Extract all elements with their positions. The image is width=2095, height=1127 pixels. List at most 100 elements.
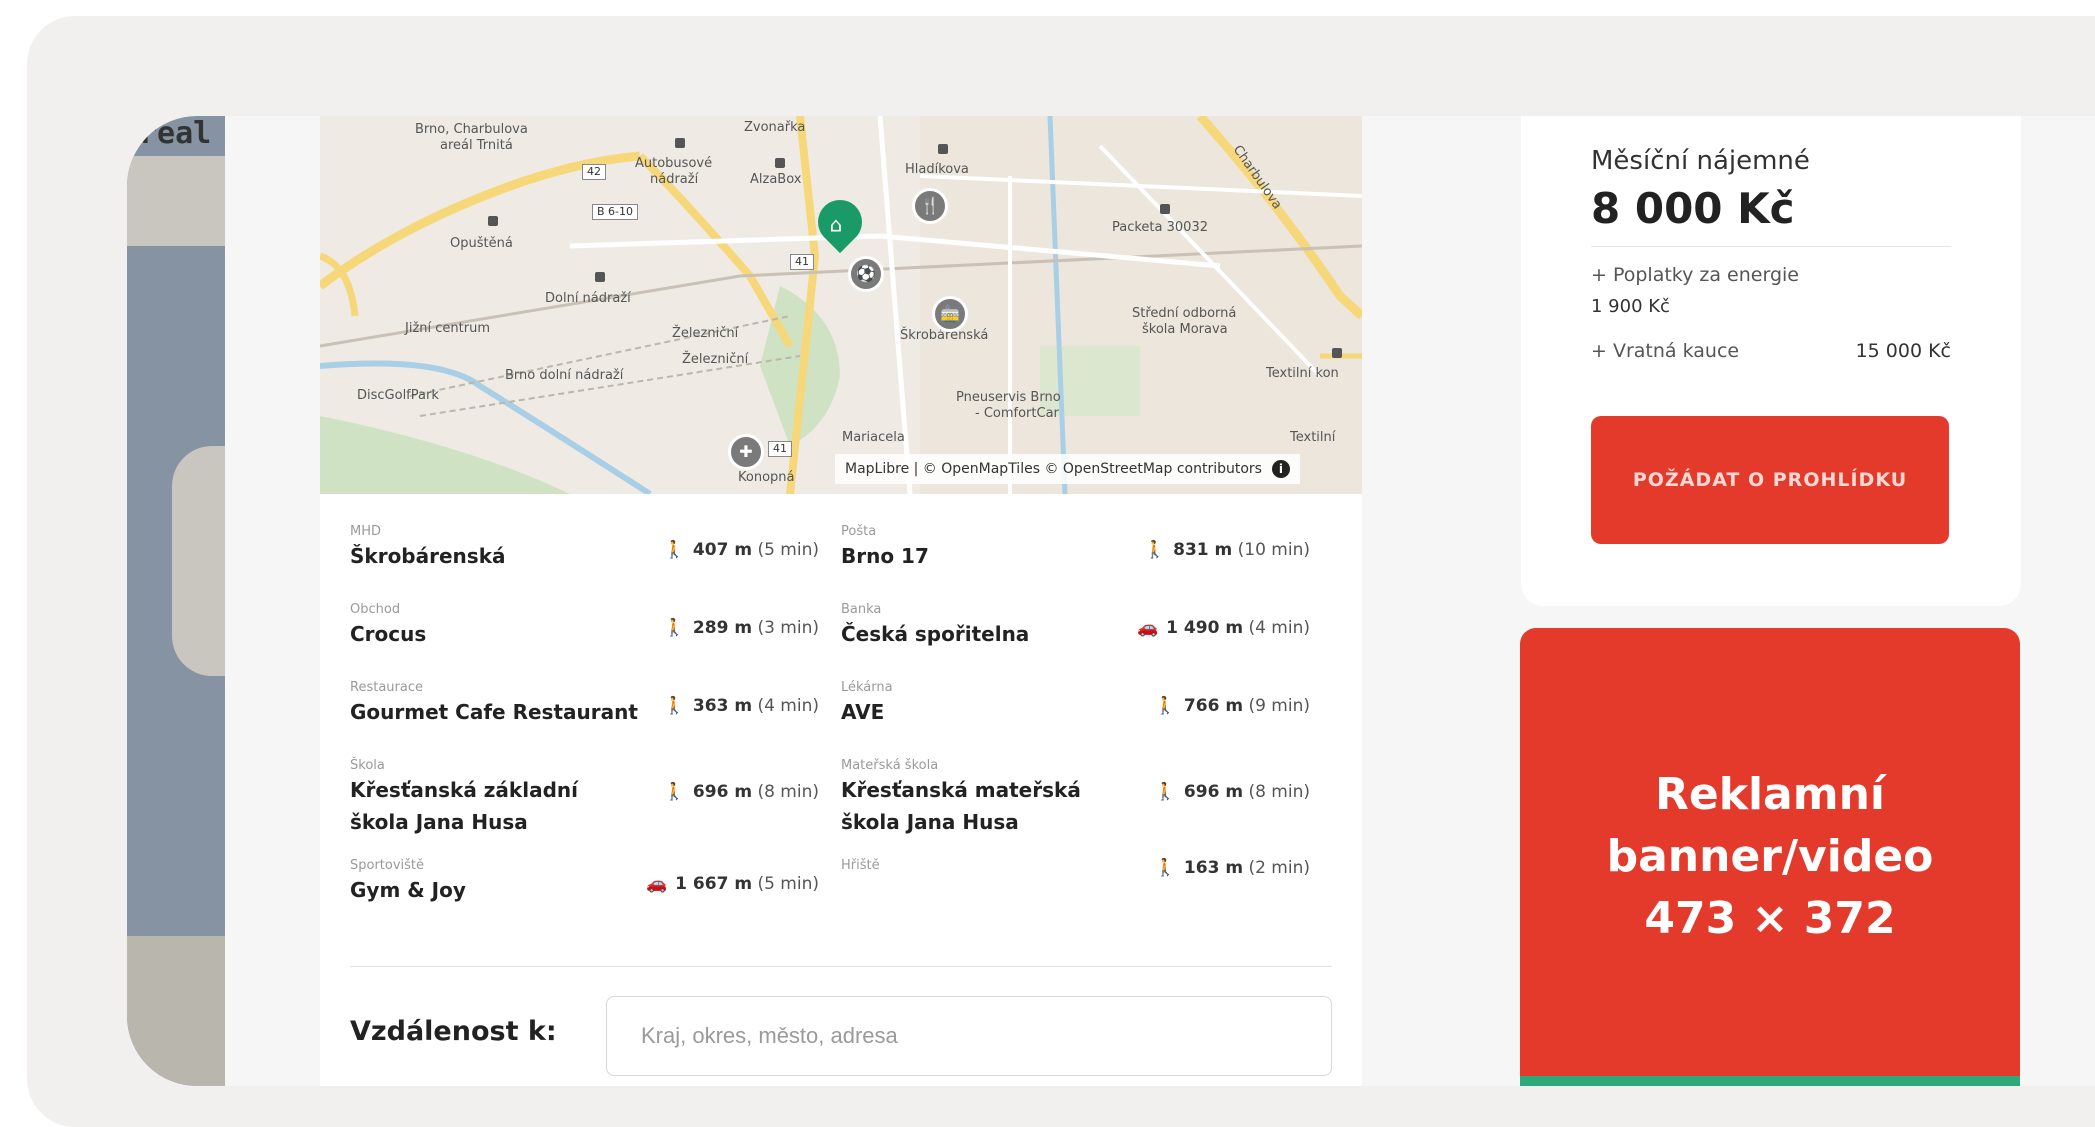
amenity-item: Obchod Crocus 🚶 289 m (3 min)	[350, 602, 841, 680]
deposit-label: + Vratná kauce	[1591, 340, 1740, 362]
map-land	[127, 156, 225, 246]
amenity-distance: 🚶 363 m (4 min)	[663, 696, 819, 716]
restaurant-poi-icon[interactable]: 🍴	[912, 188, 948, 224]
amenity-name: Crocus	[350, 622, 427, 646]
parcel-box-icon	[775, 158, 785, 168]
ad-banner[interactable]: Reklamní banner/video 473 × 372	[1520, 628, 2020, 1086]
map-label: Mariacela	[842, 430, 905, 445]
amenity-name: Gym & Joy	[350, 878, 466, 902]
amenity-item: Banka Česká spořitelna 🚗 1 490 m (4 min)	[841, 602, 1332, 680]
info-icon[interactable]: i	[1271, 460, 1290, 478]
map-label: Dolní nádraží	[545, 291, 631, 306]
walk-icon: 🚶	[663, 618, 685, 638]
pricing-card: Měsíční nájemné 8 000 Kč + Poplatky za e…	[1521, 116, 2021, 606]
walk-icon: 🚶	[663, 782, 685, 802]
map-label: Autobusové	[635, 156, 713, 171]
price-divider	[1591, 246, 1951, 247]
amenity-distance: 🚗 1 490 m (4 min)	[1137, 618, 1310, 638]
amenity-name: Křesťanská mateřská škola Jana Husa	[841, 778, 1081, 834]
road-badge: 41	[790, 254, 814, 270]
deposit-value: 15 000 Kč	[1855, 340, 1951, 362]
amenity-distance: 🚶 696 m (8 min)	[663, 782, 819, 802]
map-label: Textilní	[1290, 430, 1336, 445]
left-map-strip: real	[127, 116, 225, 1086]
map-label: Pneuservis Brno	[956, 390, 1061, 405]
sports-poi-icon[interactable]: ⚽	[848, 256, 884, 292]
walk-icon: 🚶	[1154, 782, 1176, 802]
map-label: škola Morava	[1142, 322, 1228, 337]
car-icon: 🚗	[646, 874, 668, 894]
transit-poi-icon[interactable]: 🚋	[932, 296, 968, 332]
map-label: - ComfortCar	[975, 406, 1059, 421]
amenity-distance: 🚶 407 m (5 min)	[663, 540, 819, 560]
map-label: Střední odborná	[1132, 306, 1237, 321]
bus-stop-icon	[1332, 348, 1342, 358]
amenity-name: Škrobárenská	[350, 544, 506, 568]
amenity-item: Pošta Brno 17 🚶 831 m (10 min)	[841, 524, 1332, 602]
map-label: Brno dolní nádraží	[505, 368, 624, 383]
amenity-category: MHD	[350, 524, 382, 539]
amenity-distance: 🚶 831 m (10 min)	[1143, 540, 1310, 560]
bus-stop-icon	[675, 138, 685, 148]
map-label: Zvonařka	[744, 120, 806, 135]
amenity-item: Sportoviště Gym & Joy 🚗 1 667 m (5 min)	[350, 858, 841, 936]
amenity-name: Křesťanská základní škola Jana Husa	[350, 778, 578, 834]
bus-stop-icon	[488, 216, 498, 226]
section-divider	[350, 966, 1332, 967]
amenity-category: Mateřská škola	[841, 758, 939, 773]
amenity-name: Česká spořitelna	[841, 622, 1030, 646]
amenity-item: MHD Škrobárenská 🚶 407 m (5 min)	[350, 524, 841, 602]
map-land	[127, 936, 225, 1086]
monthly-rent-label: Měsíční nájemné	[1591, 146, 1810, 176]
map-land	[172, 446, 225, 676]
distance-search-label: Vzdálenost k:	[350, 1016, 557, 1047]
map-label: Železniční	[682, 352, 749, 367]
walk-icon: 🚶	[663, 540, 685, 560]
amenity-category: Pošta	[841, 524, 877, 539]
map-label: DiscGolfPark	[357, 388, 439, 403]
walk-icon: 🚶	[1143, 540, 1166, 560]
road-badge: 41	[768, 441, 792, 457]
map-label: Packeta 30032	[1112, 220, 1208, 235]
parcel-box-icon	[1160, 204, 1170, 214]
page-frame: real Brno, Charbulova areál Trnitá Zvona…	[27, 16, 2095, 1127]
map-label: Textilní kon	[1266, 366, 1339, 381]
amenity-category: Banka	[841, 602, 882, 617]
location-map[interactable]: Brno, Charbulova areál Trnitá Zvonařka A…	[320, 116, 1362, 494]
amenity-distance: 🚶 163 m (2 min)	[1154, 858, 1310, 878]
energy-fee-value: 1 900 Kč	[1591, 296, 1670, 317]
map-label: Konopná	[738, 470, 795, 485]
logo-fragment: real	[139, 116, 212, 151]
amenity-category: Restaurace	[350, 680, 423, 695]
map-label: nádraží	[650, 172, 699, 187]
amenity-item: Restaurace Gourmet Cafe Restaurant 🚶 363 …	[350, 680, 841, 758]
map-label: AlzaBox	[750, 172, 802, 187]
amenity-category: Sportoviště	[350, 858, 425, 873]
pharmacy-poi-icon[interactable]: ✚	[728, 434, 764, 470]
road-badge: 42	[582, 164, 606, 180]
amenity-item: Hřiště 🚶 163 m (2 min)	[841, 858, 1332, 936]
screen-viewport: real Brno, Charbulova areál Trnitá Zvona…	[127, 116, 2095, 1086]
map-label: Železniční	[672, 326, 739, 341]
road-badge: B 6-10	[592, 204, 639, 220]
car-icon: 🚗	[1137, 618, 1159, 638]
walk-icon: 🚶	[1154, 696, 1176, 716]
amenity-distance: 🚶 696 m (8 min)	[1154, 782, 1310, 802]
property-location-card: Brno, Charbulova areál Trnitá Zvonařka A…	[320, 116, 1362, 1086]
map-streets	[320, 116, 1362, 494]
amenity-distance: 🚗 1 667 m (5 min)	[646, 874, 819, 894]
walk-icon: 🚶	[663, 696, 685, 716]
ad-banner-text: Reklamní banner/video 473 × 372	[1606, 769, 1934, 944]
map-label: Opuštěná	[450, 236, 513, 251]
attribution-text: MapLibre | © OpenMapTiles © OpenStreetMa…	[845, 461, 1262, 477]
request-viewing-button[interactable]: POŽÁDAT O PROHLÍDKU	[1591, 416, 1949, 544]
bus-stop-icon	[938, 144, 948, 154]
amenity-category: Obchod	[350, 602, 401, 617]
amenity-item: Mateřská škola Křesťanská mateřská škola…	[841, 758, 1332, 858]
amenity-distance: 🚶 289 m (3 min)	[663, 618, 819, 638]
distance-search-input[interactable]	[606, 996, 1332, 1076]
walk-icon: 🚶	[1154, 858, 1176, 878]
amenity-category: Škola	[350, 758, 385, 773]
amenity-name: Brno 17	[841, 544, 929, 568]
monthly-rent-value: 8 000 Kč	[1591, 184, 1795, 233]
